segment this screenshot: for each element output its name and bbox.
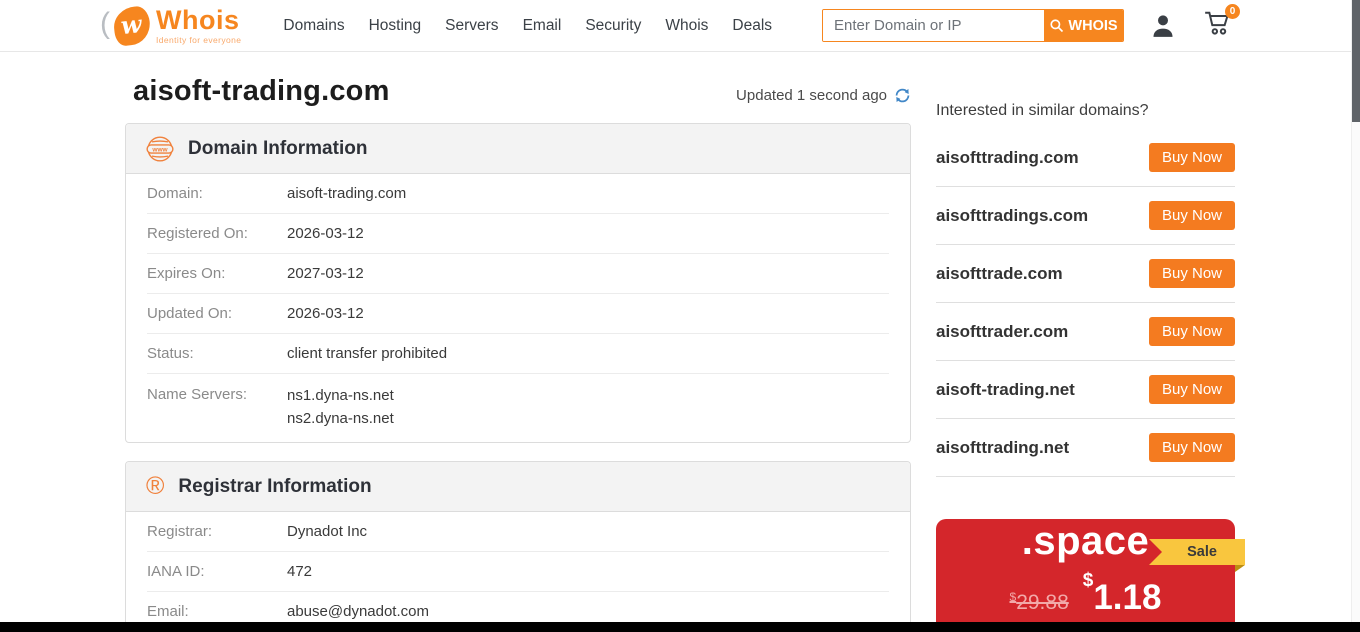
refresh-icon[interactable] bbox=[894, 87, 911, 104]
scrollbar-thumb[interactable] bbox=[1352, 0, 1360, 122]
similar-domains-heading: Interested in similar domains? bbox=[936, 102, 1235, 120]
sale-ribbon: Sale bbox=[1149, 539, 1245, 565]
whois-logo-icon: w bbox=[112, 5, 152, 47]
search-icon bbox=[1049, 18, 1064, 33]
nav-item-whois[interactable]: Whois bbox=[653, 11, 720, 41]
domain-search-input[interactable] bbox=[823, 10, 1044, 41]
user-icon[interactable] bbox=[1150, 13, 1176, 39]
nav-item-deals[interactable]: Deals bbox=[720, 11, 784, 41]
brand-tagline: Identity for everyone bbox=[156, 36, 241, 45]
domain-information-panel: www Domain Information Domain: aisoft-tr… bbox=[125, 123, 911, 443]
buy-now-button[interactable]: Buy Now bbox=[1149, 433, 1235, 462]
buy-now-button[interactable]: Buy Now bbox=[1149, 143, 1235, 172]
whois-search: WHOIS bbox=[822, 9, 1124, 42]
updated-status: Updated 1 second ago bbox=[736, 87, 887, 104]
promo-old-price: $29.88 bbox=[1010, 590, 1069, 615]
svg-text:www: www bbox=[151, 146, 168, 153]
nav-item-domains[interactable]: Domains bbox=[271, 11, 356, 41]
sale-ribbon-fold bbox=[1235, 565, 1245, 572]
brand-name: Whois bbox=[156, 7, 241, 34]
www-globe-icon: www bbox=[146, 135, 174, 163]
page-scrollbar[interactable] bbox=[1351, 0, 1360, 632]
name-servers-row: Name Servers: ns1.dyna-ns.net ns2.dyna-n… bbox=[147, 374, 889, 442]
nav-item-email[interactable]: Email bbox=[511, 11, 574, 41]
logo-swoosh: ( bbox=[100, 7, 110, 41]
nav-item-hosting[interactable]: Hosting bbox=[357, 11, 434, 41]
navbar: ( w Whois Identity for everyone Domains … bbox=[0, 0, 1360, 52]
similar-domains-sidebar: Interested in similar domains? aisofttra… bbox=[936, 75, 1235, 632]
registrar-information-panel: ® Registrar Information Registrar: Dynad… bbox=[125, 461, 911, 632]
space-promo-card[interactable]: Sale .space $29.88 $1.18 bbox=[936, 519, 1235, 632]
similar-domain-name: aisofttrader.com bbox=[936, 322, 1068, 342]
name-server-2: ns2.dyna-ns.net bbox=[287, 407, 394, 430]
similar-domain-name: aisofttrade.com bbox=[936, 264, 1063, 284]
cart-count-badge: 0 bbox=[1225, 4, 1240, 19]
cart-icon[interactable]: 0 bbox=[1204, 10, 1232, 41]
similar-domain-name: aisofttrading.com bbox=[936, 148, 1079, 168]
similar-domain-row: aisofttradings.com Buy Now bbox=[936, 187, 1235, 245]
similar-domain-name: aisofttrading.net bbox=[936, 438, 1069, 458]
similar-domain-row: aisofttrade.com Buy Now bbox=[936, 245, 1235, 303]
whois-search-button[interactable]: WHOIS bbox=[1044, 10, 1123, 41]
registrar-row: Registrar: Dynadot Inc bbox=[147, 512, 889, 552]
similar-domain-row: aisofttrading.net Buy Now bbox=[936, 419, 1235, 477]
similar-domain-name: aisofttradings.com bbox=[936, 206, 1088, 226]
buy-now-button[interactable]: Buy Now bbox=[1149, 201, 1235, 230]
name-server-1: ns1.dyna-ns.net bbox=[287, 384, 394, 407]
registered-trademark-icon: ® bbox=[146, 474, 164, 499]
buy-now-button[interactable]: Buy Now bbox=[1149, 375, 1235, 404]
buy-now-button[interactable]: Buy Now bbox=[1149, 317, 1235, 346]
nav-item-security[interactable]: Security bbox=[573, 11, 653, 41]
registrar-information-header: ® Registrar Information bbox=[126, 462, 910, 512]
nav-item-servers[interactable]: Servers bbox=[433, 11, 510, 41]
domain-information-title: Domain Information bbox=[188, 138, 367, 160]
similar-domain-name: aisoft-trading.net bbox=[936, 380, 1075, 400]
main-nav: Domains Hosting Servers Email Security W… bbox=[271, 11, 784, 41]
domain-row: Domain: aisoft-trading.com bbox=[147, 174, 889, 214]
iana-id-row: IANA ID: 472 bbox=[147, 552, 889, 592]
whois-search-button-label: WHOIS bbox=[1068, 18, 1117, 34]
registered-on-row: Registered On: 2026-03-12 bbox=[147, 214, 889, 254]
promo-new-price: $1.18 bbox=[1083, 578, 1162, 618]
similar-domain-row: aisofttrading.com Buy Now bbox=[936, 129, 1235, 187]
domain-information-header: www Domain Information bbox=[126, 124, 910, 174]
similar-domain-row: aisoft-trading.net Buy Now bbox=[936, 361, 1235, 419]
buy-now-button[interactable]: Buy Now bbox=[1149, 259, 1235, 288]
registrar-information-title: Registrar Information bbox=[178, 476, 371, 498]
page-title: aisoft-trading.com bbox=[133, 75, 390, 108]
status-row: Status: client transfer prohibited bbox=[147, 334, 889, 374]
whois-logo[interactable]: ( w Whois Identity for everyone bbox=[100, 7, 241, 45]
bottom-edge-bar bbox=[0, 622, 1360, 632]
updated-on-row: Updated On: 2026-03-12 bbox=[147, 294, 889, 334]
similar-domain-row: aisofttrader.com Buy Now bbox=[936, 303, 1235, 361]
expires-on-row: Expires On: 2027-03-12 bbox=[147, 254, 889, 294]
